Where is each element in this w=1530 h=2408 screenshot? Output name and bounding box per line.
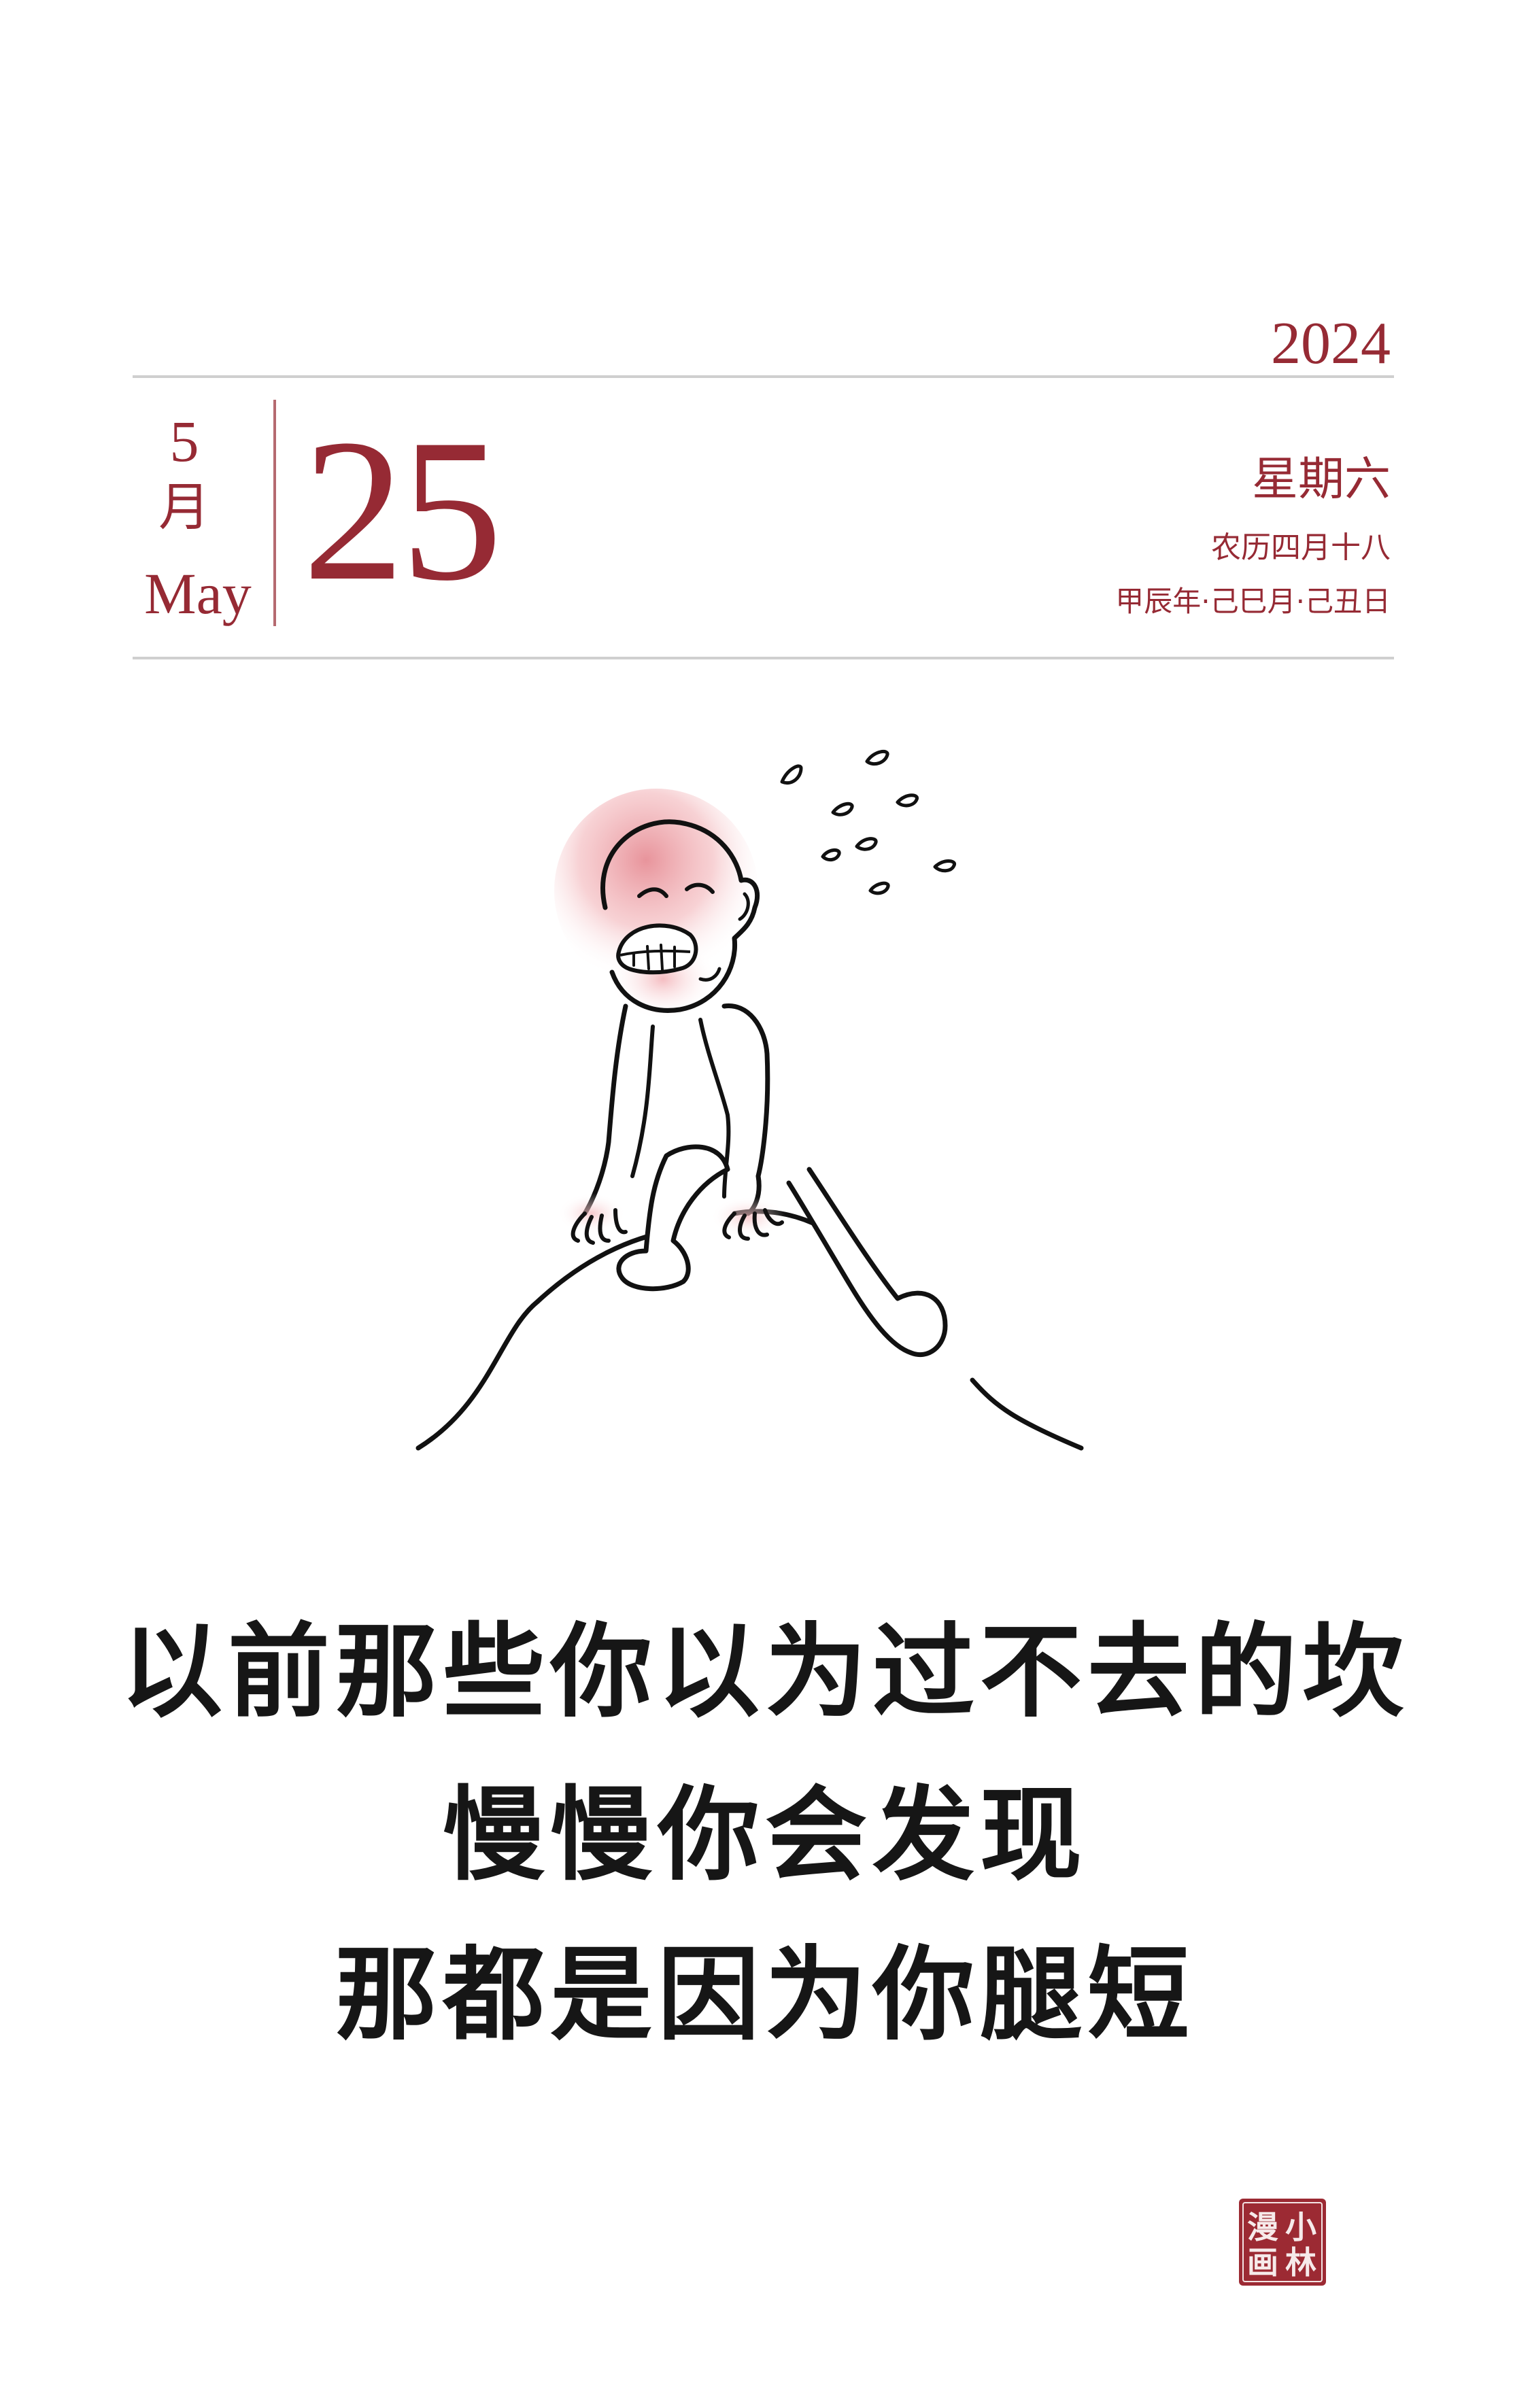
svg-text:小: 小 [1285, 2209, 1316, 2246]
crying-man-illustration [415, 749, 1084, 1451]
svg-text:漫: 漫 [1247, 2209, 1278, 2246]
month-number: 5 [169, 409, 199, 474]
tear-drops [780, 749, 956, 895]
caption-line-3: 那都是因为你腿短 [335, 1936, 1195, 2054]
caption-line-2: 慢慢你会发现 [442, 1776, 1087, 1895]
header-divider [273, 400, 276, 626]
month-cn-label: 月 [158, 477, 210, 537]
svg-text:林: 林 [1285, 2244, 1316, 2281]
header-top-rule [133, 375, 1394, 378]
weekday: 星期六 [1251, 453, 1391, 506]
artist-seal: 小 林 漫 画 [1239, 2199, 1326, 2286]
right-leg [786, 1167, 948, 1358]
mound [415, 1209, 1084, 1451]
svg-text:画: 画 [1247, 2244, 1278, 2281]
day-number: 25 [303, 397, 503, 623]
body [721, 1003, 770, 1216]
lunar-date: 农历四月十八 [1211, 530, 1391, 565]
ganzhi-date: 甲辰年·己巳月·己丑日 [1115, 585, 1391, 618]
caption-line-1: 以前那些你以为过不去的坎 [120, 1613, 1410, 1732]
month-en-label: May [144, 561, 252, 626]
year: 2024 [1271, 311, 1391, 377]
header-bottom-rule [133, 657, 1394, 659]
